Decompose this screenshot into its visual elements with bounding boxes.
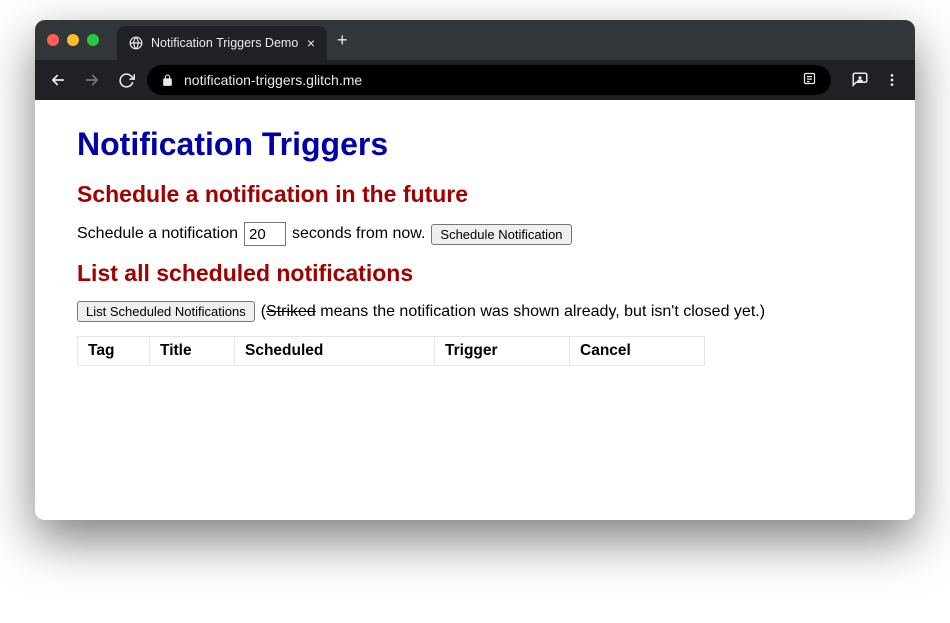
col-tag: Tag xyxy=(78,337,150,366)
col-scheduled: Scheduled xyxy=(235,337,435,366)
browser-toolbar: notification-triggers.glitch.me xyxy=(35,60,915,100)
close-window-button[interactable] xyxy=(47,34,59,46)
reader-mode-icon[interactable] xyxy=(802,71,817,89)
lock-icon xyxy=(161,74,174,87)
col-cancel: Cancel xyxy=(570,337,705,366)
notifications-table: Tag Title Scheduled Trigger Cancel xyxy=(77,336,705,366)
list-button[interactable]: List Scheduled Notifications xyxy=(77,301,255,322)
menu-icon[interactable] xyxy=(879,67,905,93)
close-tab-icon[interactable]: × xyxy=(307,35,315,51)
striked-word: Striked xyxy=(266,303,316,320)
globe-icon xyxy=(129,36,143,50)
tab-title: Notification Triggers Demo xyxy=(151,36,299,50)
new-tab-button[interactable]: + xyxy=(337,31,348,49)
schedule-heading: Schedule a notification in the future xyxy=(77,181,873,208)
forward-button[interactable] xyxy=(79,67,105,93)
browser-tab[interactable]: Notification Triggers Demo × xyxy=(117,26,327,60)
profile-icon[interactable] xyxy=(847,67,873,93)
url-text: notification-triggers.glitch.me xyxy=(184,72,792,88)
schedule-suffix: seconds from now. xyxy=(292,225,425,243)
schedule-prefix: Schedule a notification xyxy=(77,225,238,243)
tab-strip: Notification Triggers Demo × + xyxy=(35,20,915,60)
schedule-button[interactable]: Schedule Notification xyxy=(431,224,571,245)
reload-button[interactable] xyxy=(113,67,139,93)
page-content: Notification Triggers Schedule a notific… xyxy=(35,100,915,520)
toolbar-actions xyxy=(847,67,905,93)
seconds-input[interactable] xyxy=(244,222,286,246)
page-title: Notification Triggers xyxy=(77,126,873,163)
note-text: (Striked means the notification was show… xyxy=(261,303,765,321)
col-trigger: Trigger xyxy=(435,337,570,366)
address-bar[interactable]: notification-triggers.glitch.me xyxy=(147,65,831,95)
list-heading: List all scheduled notifications xyxy=(77,260,873,287)
maximize-window-button[interactable] xyxy=(87,34,99,46)
col-title: Title xyxy=(150,337,235,366)
browser-window: Notification Triggers Demo × + notificat… xyxy=(35,20,915,520)
schedule-row: Schedule a notification seconds from now… xyxy=(77,222,873,246)
back-button[interactable] xyxy=(45,67,71,93)
list-row: List Scheduled Notifications (Striked me… xyxy=(77,301,873,322)
window-controls xyxy=(47,34,99,46)
minimize-window-button[interactable] xyxy=(67,34,79,46)
